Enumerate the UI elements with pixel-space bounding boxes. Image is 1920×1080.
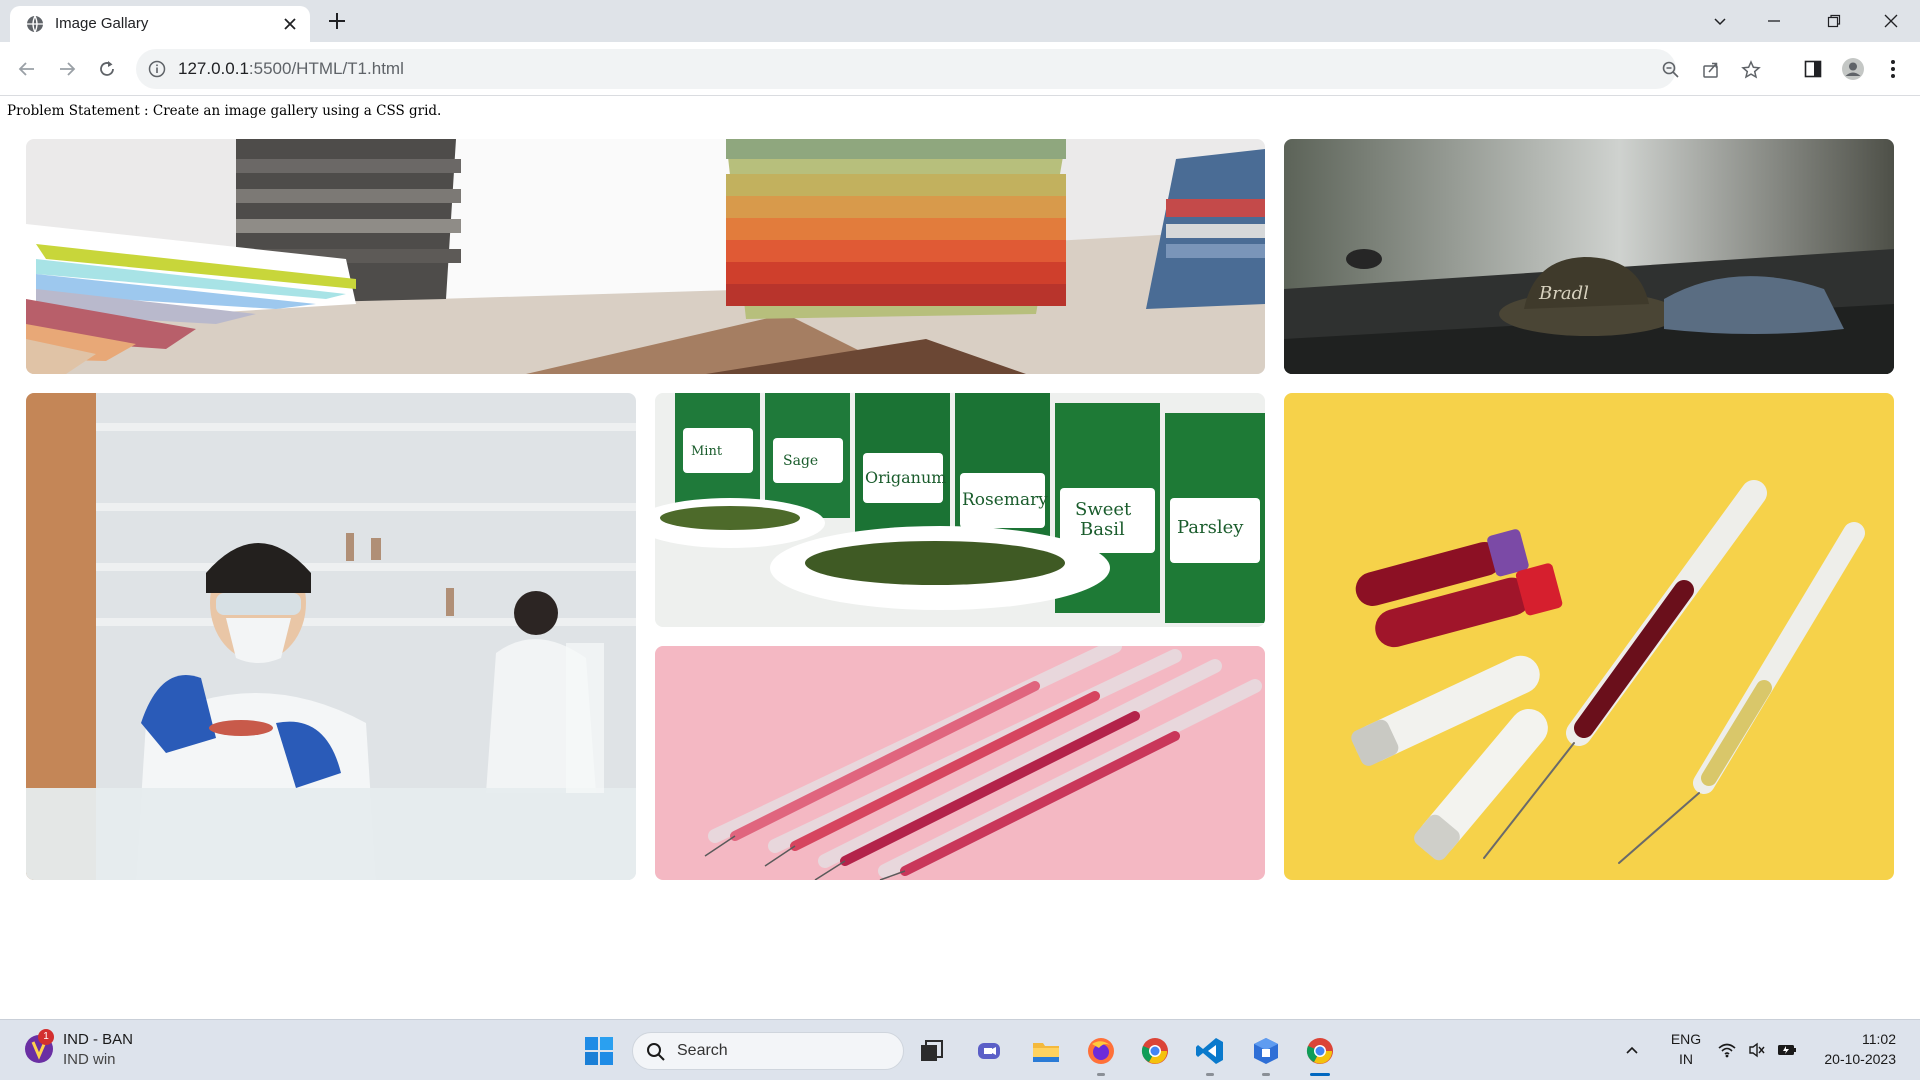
teams-chat-icon[interactable] xyxy=(971,1033,1007,1069)
volume-muted-icon[interactable] xyxy=(1746,1039,1768,1061)
back-arrow-icon[interactable] xyxy=(13,55,41,83)
tab-strip: Image Gallary xyxy=(0,0,1920,42)
window-close-icon[interactable] xyxy=(1868,6,1914,36)
url-text: 127.0.0.1:5500/HTML/T1.html xyxy=(178,59,404,78)
fabric-swatches-image[interactable] xyxy=(26,139,1265,374)
input-language[interactable]: ENG xyxy=(1666,1031,1706,1047)
task-view-icon[interactable] xyxy=(914,1033,950,1069)
close-icon[interactable] xyxy=(280,14,300,34)
search-label: Search xyxy=(677,1042,728,1059)
forward-arrow-icon[interactable] xyxy=(53,55,81,83)
profile-avatar-icon[interactable] xyxy=(1840,56,1866,82)
tab-title: Image Gallary xyxy=(55,15,149,32)
spice-label-sweet: Sweet xyxy=(1075,499,1132,520)
info-icon[interactable] xyxy=(148,60,166,78)
restore-icon[interactable] xyxy=(1811,6,1857,36)
chrome-icon[interactable] xyxy=(1137,1033,1173,1069)
spice-label-basil: Basil xyxy=(1080,519,1125,540)
spice-label-rosemary: Rosemary xyxy=(962,490,1048,510)
browser-tab[interactable]: Image Gallary xyxy=(10,6,310,42)
spice-label-mint: Mint xyxy=(691,444,723,459)
chevron-up-icon[interactable] xyxy=(1621,1039,1643,1061)
wifi-icon[interactable] xyxy=(1716,1039,1738,1061)
windows-start-icon[interactable] xyxy=(584,1036,614,1066)
taskbar: 1 IND - BAN IND win Search ENG IN 11:02 … xyxy=(0,1019,1920,1080)
input-region[interactable]: IN xyxy=(1666,1051,1706,1067)
spice-label-parsley: Parsley xyxy=(1177,517,1244,538)
spice-label-sage: Sage xyxy=(783,453,818,469)
lab-scientist-image[interactable] xyxy=(26,393,636,880)
side-panel-icon[interactable] xyxy=(1800,56,1826,82)
zoom-icon[interactable] xyxy=(1660,59,1682,81)
clock-date[interactable]: 20-10-2023 xyxy=(1812,1051,1896,1067)
share-icon[interactable] xyxy=(1700,59,1722,81)
file-explorer-icon[interactable] xyxy=(1028,1033,1064,1069)
minimize-icon[interactable] xyxy=(1751,6,1797,36)
color-swatches xyxy=(726,139,1066,319)
vscode-icon[interactable] xyxy=(1192,1033,1228,1076)
pink-syringes-image[interactable] xyxy=(655,646,1265,880)
battery-charging-icon[interactable] xyxy=(1776,1039,1798,1061)
page-content: Problem Statement : Create an image gall… xyxy=(0,97,1920,1019)
new-tab-icon[interactable] xyxy=(325,9,349,33)
taskbar-search-box[interactable]: Search xyxy=(632,1032,904,1070)
cap-on-dashboard-image[interactable]: Bradl xyxy=(1284,139,1894,374)
blood-tubes-syringes-image[interactable] xyxy=(1284,393,1894,880)
search-icon xyxy=(647,1043,665,1061)
firefox-icon[interactable] xyxy=(1083,1033,1119,1076)
svg-text:Bradl: Bradl xyxy=(1538,283,1589,304)
tab-search-chevron-down-icon[interactable] xyxy=(1697,6,1743,36)
problem-statement: Problem Statement : Create an image gall… xyxy=(7,103,442,119)
menu-dots-icon[interactable] xyxy=(1880,56,1906,82)
spice-jars-image[interactable]: Mint Sage Origanum Rosemary Sweet Basil … xyxy=(655,393,1265,627)
address-bar[interactable]: 127.0.0.1:5500/HTML/T1.html xyxy=(136,49,1761,89)
spice-label-origanum: Origanum xyxy=(865,468,946,487)
widget-line1[interactable]: IND - BAN xyxy=(63,1031,133,1048)
browser-toolbar: 127.0.0.1:5500/HTML/T1.html xyxy=(0,42,1920,96)
image-gallery-grid: Bradl Mint Sage Origanum Rosemary Sweet … xyxy=(26,139,1894,880)
chrome-active-icon[interactable] xyxy=(1302,1033,1338,1076)
bookmark-star-icon[interactable] xyxy=(1740,59,1762,81)
app-cube-icon[interactable] xyxy=(1248,1033,1284,1076)
clock-time[interactable]: 11:02 xyxy=(1812,1031,1896,1047)
reload-icon[interactable] xyxy=(93,55,121,83)
globe-icon xyxy=(27,15,43,33)
notification-badge: 1 xyxy=(38,1029,54,1045)
widget-line2[interactable]: IND win xyxy=(63,1051,116,1068)
